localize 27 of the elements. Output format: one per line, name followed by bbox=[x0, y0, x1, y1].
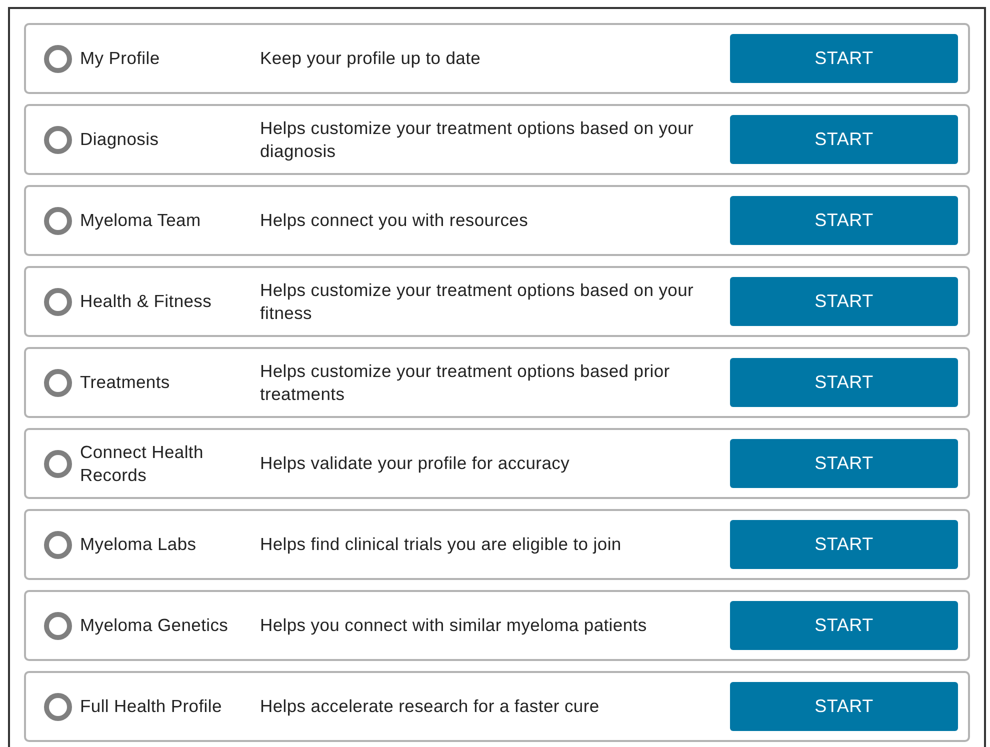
step-description: Helps you connect with similar myeloma patients bbox=[260, 614, 648, 637]
start-button[interactable]: START bbox=[730, 196, 958, 245]
step-description: Helps customize your treatment options based on your fitness bbox=[260, 278, 695, 324]
start-button[interactable]: START bbox=[730, 358, 958, 407]
start-button[interactable]: START bbox=[730, 115, 958, 164]
step-description: Keep your profile up to date bbox=[260, 47, 482, 70]
step-title: Connect Health Records bbox=[80, 440, 204, 486]
step-description: Helps accelerate research for a faster cure bbox=[260, 695, 600, 718]
step-title: Full Health Profile bbox=[80, 695, 223, 718]
start-button[interactable]: START bbox=[730, 439, 958, 488]
step-title: Diagnosis bbox=[80, 128, 160, 151]
start-button[interactable]: START bbox=[730, 601, 958, 650]
step-description: Helps validate your profile for accuracy bbox=[260, 452, 571, 475]
step-title: Myeloma Labs bbox=[80, 533, 198, 556]
step-title: Health & Fitness bbox=[80, 290, 213, 313]
step-description: Helps customize your treatment options based on your diagnosis bbox=[260, 116, 695, 162]
start-button[interactable]: START bbox=[730, 277, 958, 326]
start-button[interactable]: START bbox=[730, 520, 958, 569]
step-title: Treatments bbox=[80, 371, 171, 394]
step-title: My Profile bbox=[80, 47, 161, 70]
step-description: Helps find clinical trials you are eligible to join bbox=[260, 533, 622, 556]
start-button[interactable]: START bbox=[730, 682, 958, 731]
step-description: Helps customize your treatment options based prior treatments bbox=[260, 360, 671, 406]
step-description: Helps connect you with resources bbox=[260, 209, 530, 232]
start-button[interactable]: START bbox=[730, 34, 958, 83]
step-title: Myeloma Genetics bbox=[80, 614, 230, 637]
step-title: Myeloma Team bbox=[80, 209, 202, 232]
